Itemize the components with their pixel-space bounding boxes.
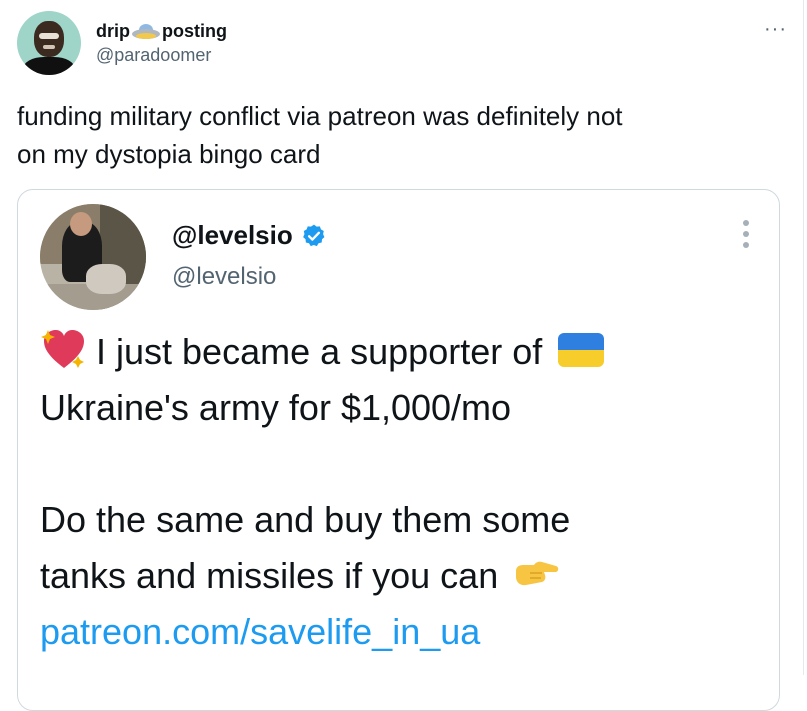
quoted-more-options-icon[interactable] [741, 220, 751, 254]
pointing-right-hand-icon [516, 562, 559, 586]
quoted-line-3: Do the same and buy them some [40, 499, 571, 540]
quoted-author-handle[interactable]: @levelsio [172, 263, 276, 291]
flying-saucer-icon [131, 22, 161, 42]
quoted-line-1: I just became a supporter of [40, 324, 760, 380]
ukraine-flag-icon [558, 333, 605, 368]
sparkling-heart-icon [41, 330, 84, 369]
more-options-icon[interactable]: ··· [764, 18, 787, 41]
author-name[interactable]: drip posting [96, 21, 227, 42]
quoted-line-1-text: I just became a supporter of [96, 331, 543, 372]
tweet-header: drip posting @paradoomer ··· [17, 11, 787, 77]
author-handle[interactable]: @paradoomer [96, 45, 211, 66]
column-border [803, 0, 804, 675]
quoted-tweet-text: I just became a supporter of Ukraine's a… [40, 324, 760, 660]
tweet-text: funding military conflict via patreon wa… [17, 97, 787, 173]
quoted-tweet-card[interactable]: @levelsio @levelsio I just became a supp… [17, 189, 780, 711]
patreon-link[interactable]: patreon.com/savelife_in_ua [40, 611, 480, 652]
quoted-author-avatar[interactable] [40, 204, 146, 310]
quoted-line-2: Ukraine's army for $1,000/mo [40, 387, 512, 428]
tweet-text-line1: funding military conflict via patreon wa… [17, 101, 623, 131]
author-avatar[interactable] [17, 11, 81, 75]
tweet-text-line2: on my dystopia bingo card [17, 139, 321, 169]
author-name-part1: drip [96, 21, 130, 41]
verified-badge-icon [302, 224, 325, 246]
author-name-part2: posting [162, 21, 227, 41]
quoted-line-4-text: tanks and missiles if you can [40, 555, 499, 596]
quoted-line-4: tanks and missiles if you can [40, 548, 760, 604]
quoted-author-name[interactable]: @levelsio [172, 220, 327, 251]
quoted-author-name-text: @levelsio [172, 220, 293, 250]
